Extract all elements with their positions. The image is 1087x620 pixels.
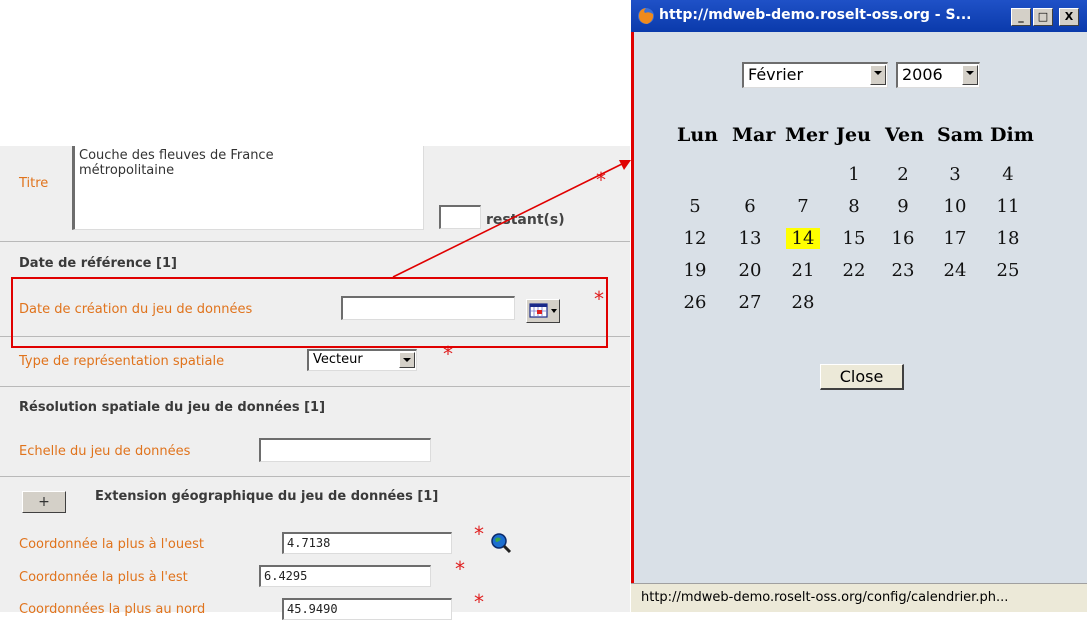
calendar-day-selected[interactable]: 14 <box>779 226 827 252</box>
calendar-day[interactable]: 3 <box>931 162 979 188</box>
calendar-day-number: 19 <box>683 260 707 281</box>
calendar-day[interactable]: 26 <box>671 290 719 316</box>
close-window-button[interactable]: X <box>1059 8 1079 26</box>
calendar-day[interactable]: 16 <box>879 226 927 252</box>
calendar-day[interactable]: 28 <box>779 290 827 316</box>
weekday-header: Lun <box>677 124 718 146</box>
calendar-day[interactable]: 10 <box>931 194 979 220</box>
calendar-day-number: 8 <box>848 196 860 217</box>
popup-title: http://mdweb-demo.roselt-oss.org - S... <box>659 7 972 23</box>
weekday-header: Mer <box>785 124 829 146</box>
calendar-day[interactable]: 19 <box>671 258 719 284</box>
calendar-day-number: 6 <box>744 196 756 217</box>
calendar-day[interactable]: 22 <box>830 258 878 284</box>
calendar-day-number: 12 <box>683 228 707 249</box>
calendar-day[interactable]: 21 <box>779 258 827 284</box>
calendar-day[interactable]: 24 <box>931 258 979 284</box>
weekday-header: Sam <box>937 124 984 146</box>
calendar-day-number: 20 <box>738 260 762 281</box>
year-value: 2006 <box>902 65 943 84</box>
calendar-day[interactable]: 11 <box>984 194 1032 220</box>
weekday-header: Mar <box>732 124 776 146</box>
calendar-day-number: 16 <box>891 228 915 249</box>
calendar-day-number: 21 <box>791 260 815 281</box>
close-button[interactable]: Close <box>820 364 904 390</box>
weekday-header: Ven <box>885 124 924 146</box>
calendar-popup-window: http://mdweb-demo.roselt-oss.org - S... … <box>631 0 1087 612</box>
weekday-header: Dim <box>990 124 1034 146</box>
calendar-day-number: 22 <box>842 260 866 281</box>
calendar-day-number: 3 <box>949 164 961 185</box>
calendar-day[interactable]: 2 <box>879 162 927 188</box>
popup-left-border <box>631 0 634 612</box>
calendar-day-number: 2 <box>897 164 909 185</box>
calendar-day-number: 9 <box>897 196 909 217</box>
maximize-button[interactable]: □ <box>1033 8 1053 26</box>
calendar-day-number: 5 <box>689 196 701 217</box>
month-value: Février <box>748 65 804 84</box>
weekday-header: Jeu <box>836 124 871 146</box>
calendar-day-number: 11 <box>996 196 1020 217</box>
calendar-day[interactable]: 12 <box>671 226 719 252</box>
calendar-day-number: 24 <box>943 260 967 281</box>
calendar-day-number: 23 <box>891 260 915 281</box>
year-select[interactable]: 2006 <box>896 62 980 88</box>
calendar-day-number: 26 <box>683 292 707 313</box>
popup-titlebar[interactable]: http://mdweb-demo.roselt-oss.org - S... … <box>631 0 1087 32</box>
calendar-day-number: 14 <box>785 228 821 249</box>
calendar-day[interactable]: 7 <box>779 194 827 220</box>
calendar-day-number: 4 <box>1002 164 1014 185</box>
calendar-day[interactable]: 1 <box>830 162 878 188</box>
calendar-day[interactable]: 9 <box>879 194 927 220</box>
minimize-button[interactable]: _ <box>1011 8 1031 26</box>
calendar-day[interactable]: 15 <box>830 226 878 252</box>
status-bar: http://mdweb-demo.roselt-oss.org/config/… <box>631 583 1087 612</box>
calendar-day-number: 18 <box>996 228 1020 249</box>
calendar-day-number: 1 <box>848 164 860 185</box>
annotation-arrow <box>392 160 631 278</box>
calendar-day-number: 25 <box>996 260 1020 281</box>
calendar-day-number: 10 <box>943 196 967 217</box>
chevron-down-icon <box>870 65 886 85</box>
calendar-day-number: 7 <box>797 196 809 217</box>
calendar-day-number: 27 <box>738 292 762 313</box>
calendar-day-number: 17 <box>943 228 967 249</box>
calendar-day-number: 28 <box>791 292 815 313</box>
calendar-day[interactable]: 27 <box>726 290 774 316</box>
calendar-day[interactable]: 5 <box>671 194 719 220</box>
calendar-day[interactable]: 13 <box>726 226 774 252</box>
calendar-day[interactable]: 25 <box>984 258 1032 284</box>
calendar-day[interactable]: 18 <box>984 226 1032 252</box>
calendar-day[interactable]: 8 <box>830 194 878 220</box>
calendar-day-number: 13 <box>738 228 762 249</box>
calendar-day[interactable]: 6 <box>726 194 774 220</box>
firefox-icon <box>638 8 654 24</box>
calendar-day-number: 15 <box>842 228 866 249</box>
calendar-day[interactable]: 20 <box>726 258 774 284</box>
calendar-day[interactable]: 4 <box>984 162 1032 188</box>
month-select[interactable]: Février <box>742 62 888 88</box>
chevron-down-icon <box>962 65 978 85</box>
calendar-day[interactable]: 17 <box>931 226 979 252</box>
calendar-day[interactable]: 23 <box>879 258 927 284</box>
